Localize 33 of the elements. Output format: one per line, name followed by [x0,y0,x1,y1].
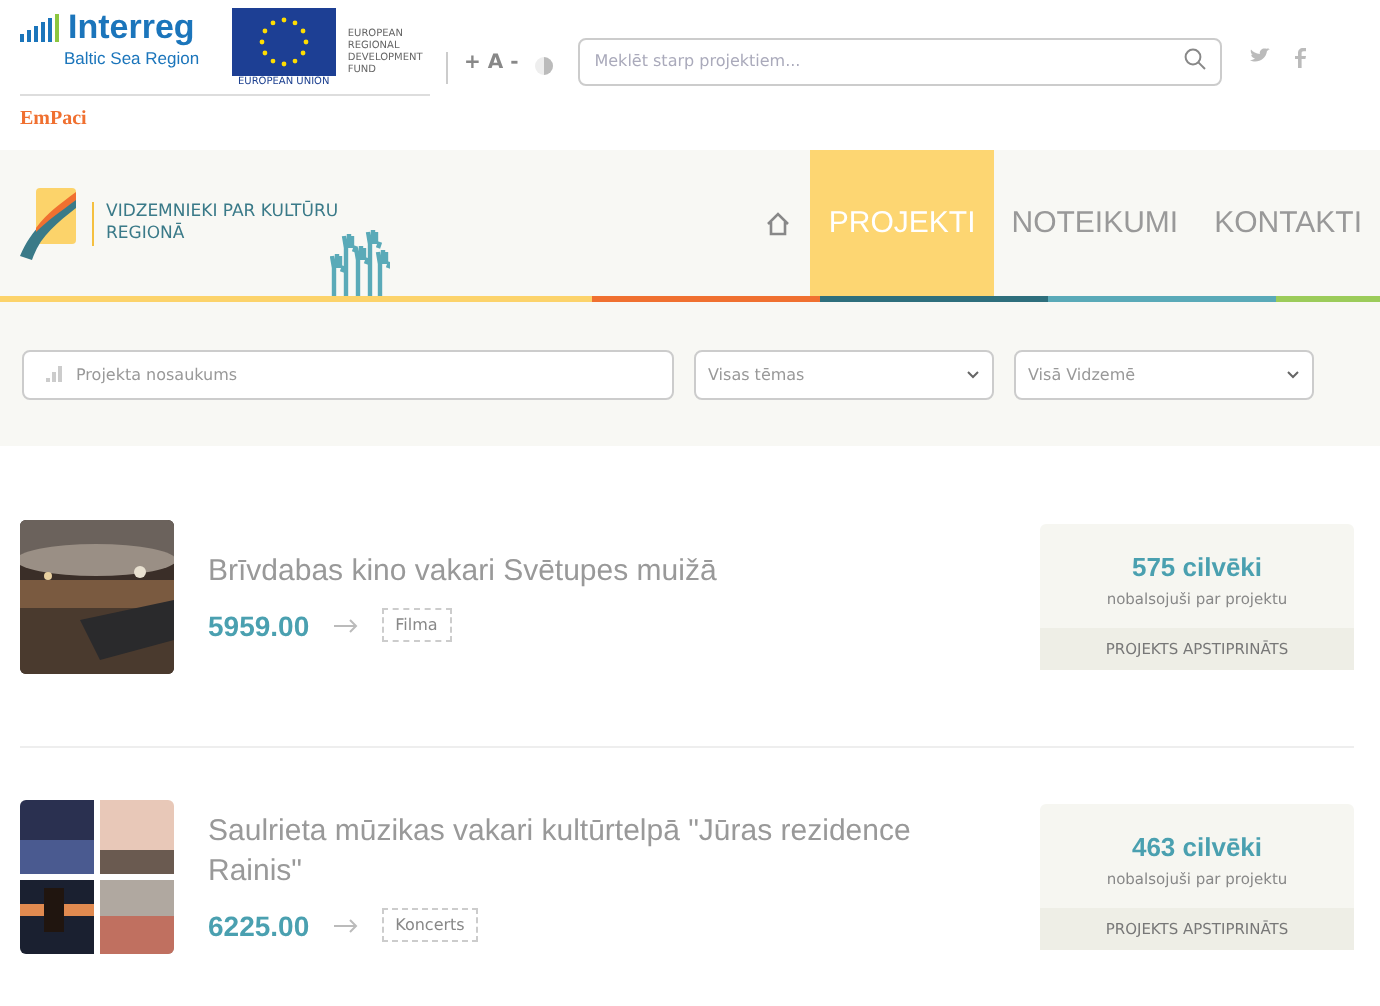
ribbon-logo-icon [20,187,80,259]
chevron-down-icon [1286,370,1300,380]
region-label: Baltic Sea Region [64,48,202,68]
project-name-field[interactable]: Projekta nosaukums [22,350,674,400]
search-field[interactable]: Meklēt starp projektiem... [578,37,1223,85]
project-amount: 5959.00 [208,609,310,641]
category-tag: Koncerts [381,908,479,942]
project-title[interactable]: Saulrieta mūzikas vakari kultūrtelpā "Jūras rezidence Rainis" [208,812,1006,892]
interreg-logo: Interreg [68,8,195,48]
facebook-icon[interactable] [1294,48,1307,68]
category-tag: Filma [381,608,452,642]
search-icon [1184,48,1207,70]
home-icon [766,211,791,235]
raised-hands-icon [330,228,390,296]
theme-dropdown[interactable]: Visas tēmas [694,350,994,400]
nav-tab[interactable]: KONTAKTI [1196,150,1380,296]
signal-bars-icon [20,14,64,42]
vote-count: 575 cilvēki [1131,552,1263,582]
project-title[interactable]: Brīvdabas kino vakari Svētupes muižā [208,552,1006,592]
region-dropdown[interactable]: Visā Vidzemē [1014,350,1314,400]
site-title: VIDZEMNIEKI PAR KULTŪRU REGIONĀ [92,201,346,245]
contrast-icon[interactable] [534,56,555,76]
bars-icon [46,366,62,382]
twitter-icon[interactable] [1250,48,1271,64]
vote-count: 463 cilvēki [1131,832,1263,862]
project-amount: 6225.00 [208,909,310,941]
chevron-down-icon [966,370,980,380]
eu-flag-icon [231,8,336,76]
nav-tab[interactable]: NOTEIKUMI [993,150,1197,296]
arrow-icon [333,617,358,633]
arrow-icon [333,917,358,933]
project-label: EmPaci [20,108,89,130]
font-size-control[interactable]: + A - [464,52,519,74]
